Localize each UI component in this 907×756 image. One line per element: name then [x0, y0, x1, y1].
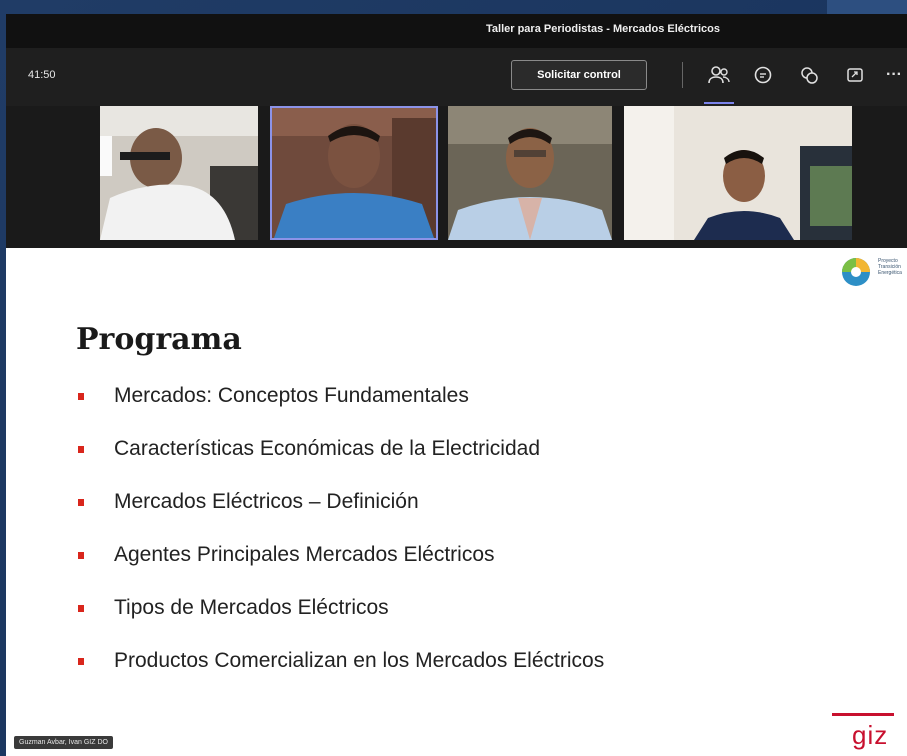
call-timer: 41:50: [28, 69, 56, 81]
window-title: Taller para Periodistas - Mercados Eléct…: [486, 23, 720, 35]
corner-accent: [827, 0, 907, 14]
agenda-item-text: Mercados Eléctricos – Definición: [114, 490, 419, 513]
agenda-item: Tipos de Mercados Eléctricos: [78, 596, 858, 649]
bullet-icon: [78, 658, 84, 665]
agenda-item-text: Mercados: Conceptos Fundamentales: [114, 384, 469, 407]
reactions-icon[interactable]: [796, 62, 822, 88]
agenda-item-text: Productos Comercializan en los Mercados …: [114, 649, 605, 672]
bullet-icon: [78, 552, 84, 559]
shared-slide: Proyecto Transición Energética Programa …: [6, 248, 907, 756]
request-control-button[interactable]: Solicitar control: [511, 60, 647, 90]
participant-video-strip: [6, 106, 907, 248]
active-tab-indicator: [704, 102, 734, 104]
toolbar-divider: [682, 62, 683, 88]
participant-tile-3[interactable]: [448, 106, 612, 240]
participants-icon[interactable]: [706, 62, 732, 88]
bullet-icon: [78, 605, 84, 612]
slide-title: Programa: [76, 322, 242, 357]
giz-logo-rule: [832, 713, 894, 716]
participant-tile-4[interactable]: [624, 106, 852, 240]
agenda-item: Agentes Principales Mercados Eléctricos: [78, 543, 858, 596]
share-tray-icon[interactable]: [842, 62, 868, 88]
transition-project-logo-text: Proyecto Transición Energética: [878, 258, 902, 276]
agenda-item: Características Económicas de la Electri…: [78, 437, 858, 490]
chat-icon[interactable]: [750, 62, 776, 88]
participant-tile-1[interactable]: [100, 106, 258, 240]
logo-text-line: Energética: [878, 270, 902, 276]
bullet-icon: [78, 446, 84, 453]
agenda-item-text: Agentes Principales Mercados Eléctricos: [114, 543, 495, 566]
giz-logo: giz: [852, 720, 889, 750]
agenda-item-text: Tipos de Mercados Eléctricos: [114, 596, 389, 619]
more-options-icon[interactable]: ···: [882, 62, 906, 88]
agenda-item-text: Características Económicas de la Electri…: [114, 437, 541, 460]
meeting-toolbar: 41:50 Solicitar control ···: [6, 48, 907, 106]
agenda-list: Mercados: Conceptos Fundamentales Caract…: [78, 384, 858, 702]
meeting-window: Taller para Periodistas - Mercados Eléct…: [6, 14, 907, 756]
bullet-icon: [78, 499, 84, 506]
agenda-item: Productos Comercializan en los Mercados …: [78, 649, 858, 702]
agenda-item: Mercados: Conceptos Fundamentales: [78, 384, 858, 437]
agenda-item: Mercados Eléctricos – Definición: [78, 490, 858, 543]
bullet-icon: [78, 393, 84, 400]
title-bar: Taller para Periodistas - Mercados Eléct…: [6, 14, 907, 48]
speaker-name-label: Guzman Avbar, Ivan GIZ DO: [14, 736, 113, 749]
participant-tile-2-active-speaker[interactable]: [270, 106, 438, 240]
